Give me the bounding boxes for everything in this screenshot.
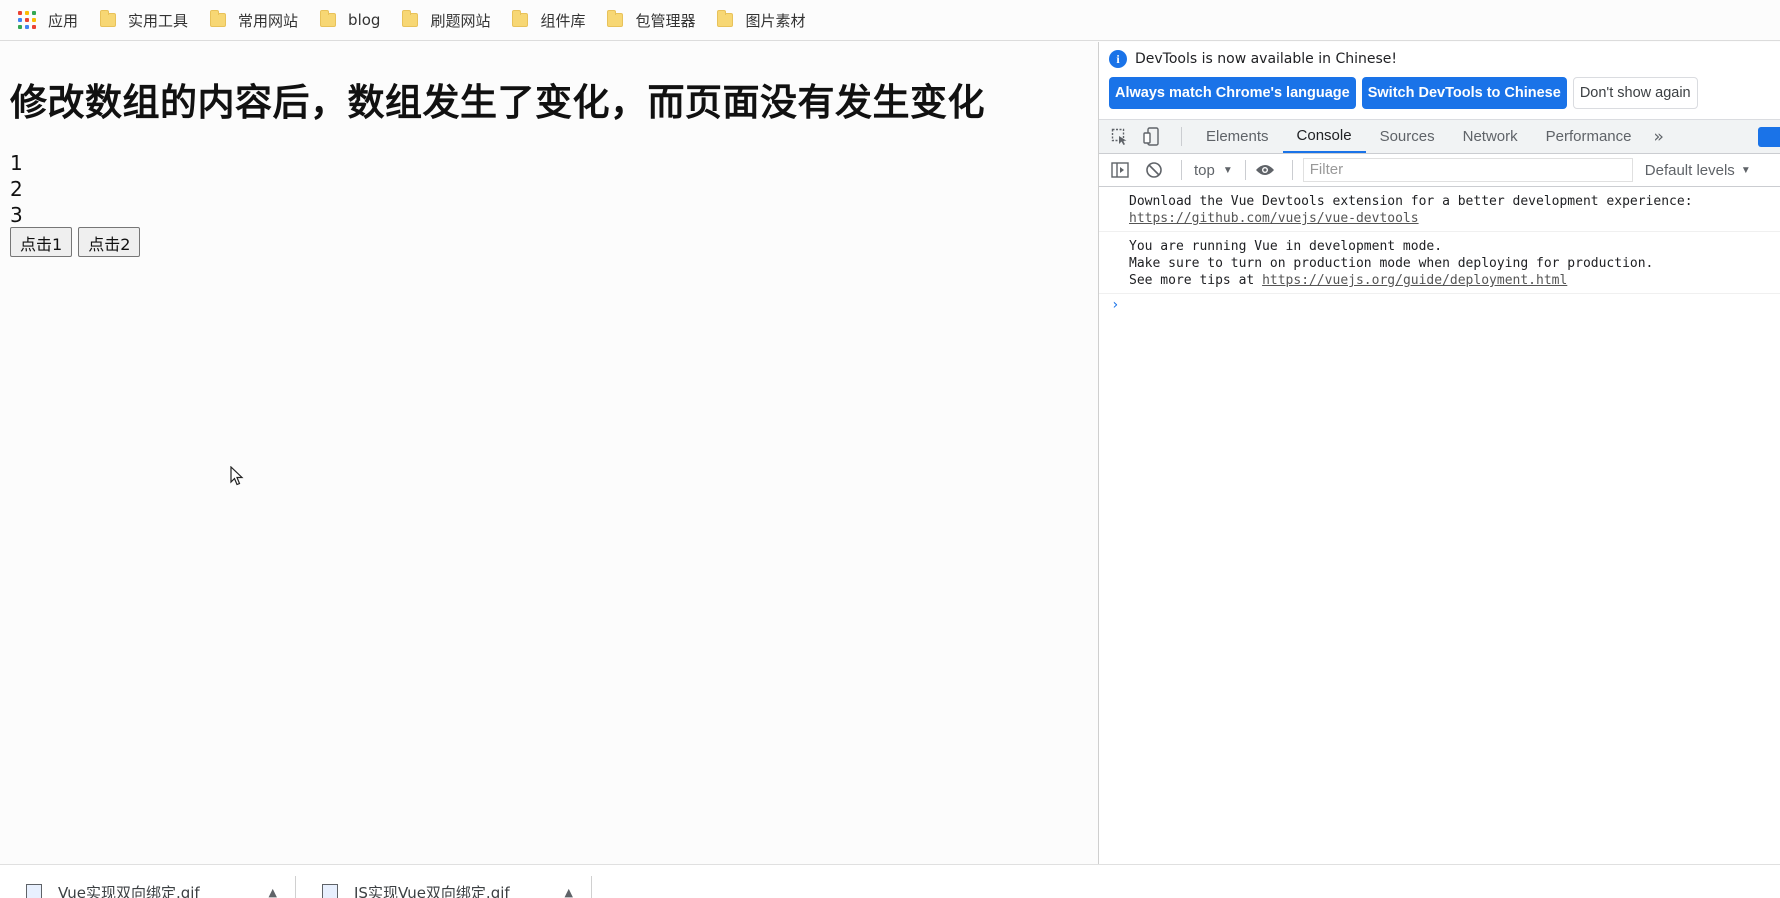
bookmark-folder[interactable]: 包管理器 [607,6,695,34]
folder-icon [402,10,419,27]
bookmark-folder[interactable]: 组件库 [512,6,585,34]
tab-sources[interactable]: Sources [1366,120,1449,153]
tab-network[interactable]: Network [1449,120,1532,153]
message-text: You are running Vue in development mode. [1129,239,1443,254]
dropdown-arrow-icon: ▼ [1222,164,1233,176]
number-list: 1 2 3 [10,150,23,228]
download-item[interactable]: JS实现Vue双向绑定.gif ▲ [296,875,592,898]
bookmark-apps[interactable]: 应用 [18,6,78,34]
bookmark-folder[interactable]: blog [320,6,380,34]
download-item[interactable]: Vue实现双向绑定.gif ▲ [0,875,296,898]
tab-performance[interactable]: Performance [1532,120,1646,153]
folder-icon [210,10,227,27]
download-shelf: Vue实现双向绑定.gif ▲ JS实现Vue双向绑定.gif ▲ [0,864,1780,898]
inspect-element-icon[interactable] [1107,120,1133,153]
console-message: Download the Vue Devtools extension for … [1099,187,1780,232]
chevron-up-icon[interactable]: ▲ [269,886,277,898]
chevron-up-icon[interactable]: ▲ [565,886,573,898]
bookmark-label: 常用网站 [238,11,299,30]
folder-icon [607,10,624,27]
live-expression-eye-icon[interactable] [1252,158,1278,182]
infobar-text: DevTools is now available in Chinese! [1135,51,1397,67]
mouse-cursor-icon [230,465,244,490]
bookmark-label: 实用工具 [128,11,189,30]
devtools-panel: i DevTools is now available in Chinese! … [1098,42,1780,864]
switch-language-button[interactable]: Switch DevTools to Chinese [1361,77,1567,109]
bookmark-label: 刷题网站 [430,11,491,30]
console-prompt[interactable]: › [1099,294,1780,316]
sidebar-toggle-icon[interactable] [1107,158,1133,182]
language-infobar: i DevTools is now available in Chinese! … [1099,42,1780,120]
list-item: 3 [10,203,23,227]
devtools-tabbar: Elements Console Sources Network Perform… [1099,120,1780,154]
page-viewport: 修改数组的内容后，数组发生了变化，而页面没有发生变化 1 2 3 点击1 点击2 [0,42,1098,864]
levels-label: Default levels [1644,161,1735,179]
click1-button[interactable]: 点击1 [10,227,73,257]
console-filter-input[interactable]: Filter [1302,158,1633,182]
download-filename: JS实现Vue双向绑定.gif [354,884,510,898]
folder-icon [717,10,734,27]
dropdown-arrow-icon: ▼ [1740,164,1751,176]
bookmark-label: 组件库 [540,11,586,30]
file-icon [322,883,338,898]
bookmark-folder[interactable]: 实用工具 [100,6,188,34]
file-icon [26,883,42,898]
bookmark-folder[interactable]: 图片素材 [717,6,806,34]
message-text: Make sure to turn on production mode whe… [1129,256,1654,271]
folder-icon [512,10,529,27]
toolbar-divider [1181,160,1182,180]
tab-elements[interactable]: Elements [1192,120,1283,153]
toolbar-divider [1181,127,1182,146]
bookmarks-bar: 应用 实用工具 常用网站 blog 刷题网站 组件库 包管理器 图片素材 [0,0,1780,41]
clear-console-icon[interactable] [1141,158,1167,182]
issues-icon[interactable] [1758,127,1780,147]
button-row: 点击1 点击2 [10,227,146,257]
context-selector[interactable]: top ▼ [1188,162,1239,179]
info-icon: i [1109,50,1127,68]
bookmark-label: blog [348,11,381,29]
download-filename: Vue实现双向绑定.gif [58,884,200,898]
list-item: 1 [10,151,23,175]
message-text: Download the Vue Devtools extension for … [1129,194,1693,209]
message-link[interactable]: https://vuejs.org/guide/deployment.html [1262,273,1567,288]
bookmark-folder[interactable]: 常用网站 [210,6,298,34]
list-item: 2 [10,177,23,201]
bookmark-folder[interactable]: 刷题网站 [402,6,490,34]
bookmark-label: 应用 [48,11,79,30]
toolbar-divider [1291,160,1293,180]
folder-icon [100,10,117,27]
console-output: Download the Vue Devtools extension for … [1099,187,1780,316]
more-tabs-icon[interactable]: » [1646,120,1672,153]
folder-icon [320,10,337,27]
console-toolbar: top ▼ Filter Default levels ▼ [1099,154,1780,187]
dont-show-again-button[interactable]: Don't show again [1572,77,1698,109]
toolbar-divider [1244,160,1246,180]
tab-console[interactable]: Console [1282,120,1366,153]
context-label: top [1194,161,1215,179]
message-link[interactable]: https://github.com/vuejs/vue-devtools [1129,211,1419,226]
bookmark-label: 包管理器 [635,11,696,30]
match-language-button[interactable]: Always match Chrome's language [1109,77,1356,109]
apps-grid-icon [18,11,36,29]
message-text: See more tips at [1129,273,1263,288]
log-levels-dropdown[interactable]: Default levels ▼ [1645,162,1751,179]
device-toolbar-icon[interactable] [1139,120,1165,153]
click2-button[interactable]: 点击2 [78,227,141,257]
bookmark-label: 图片素材 [745,11,806,30]
console-message: You are running Vue in development mode.… [1099,232,1780,294]
page-heading: 修改数组的内容后，数组发生了变化，而页面没有发生变化 [10,81,985,124]
